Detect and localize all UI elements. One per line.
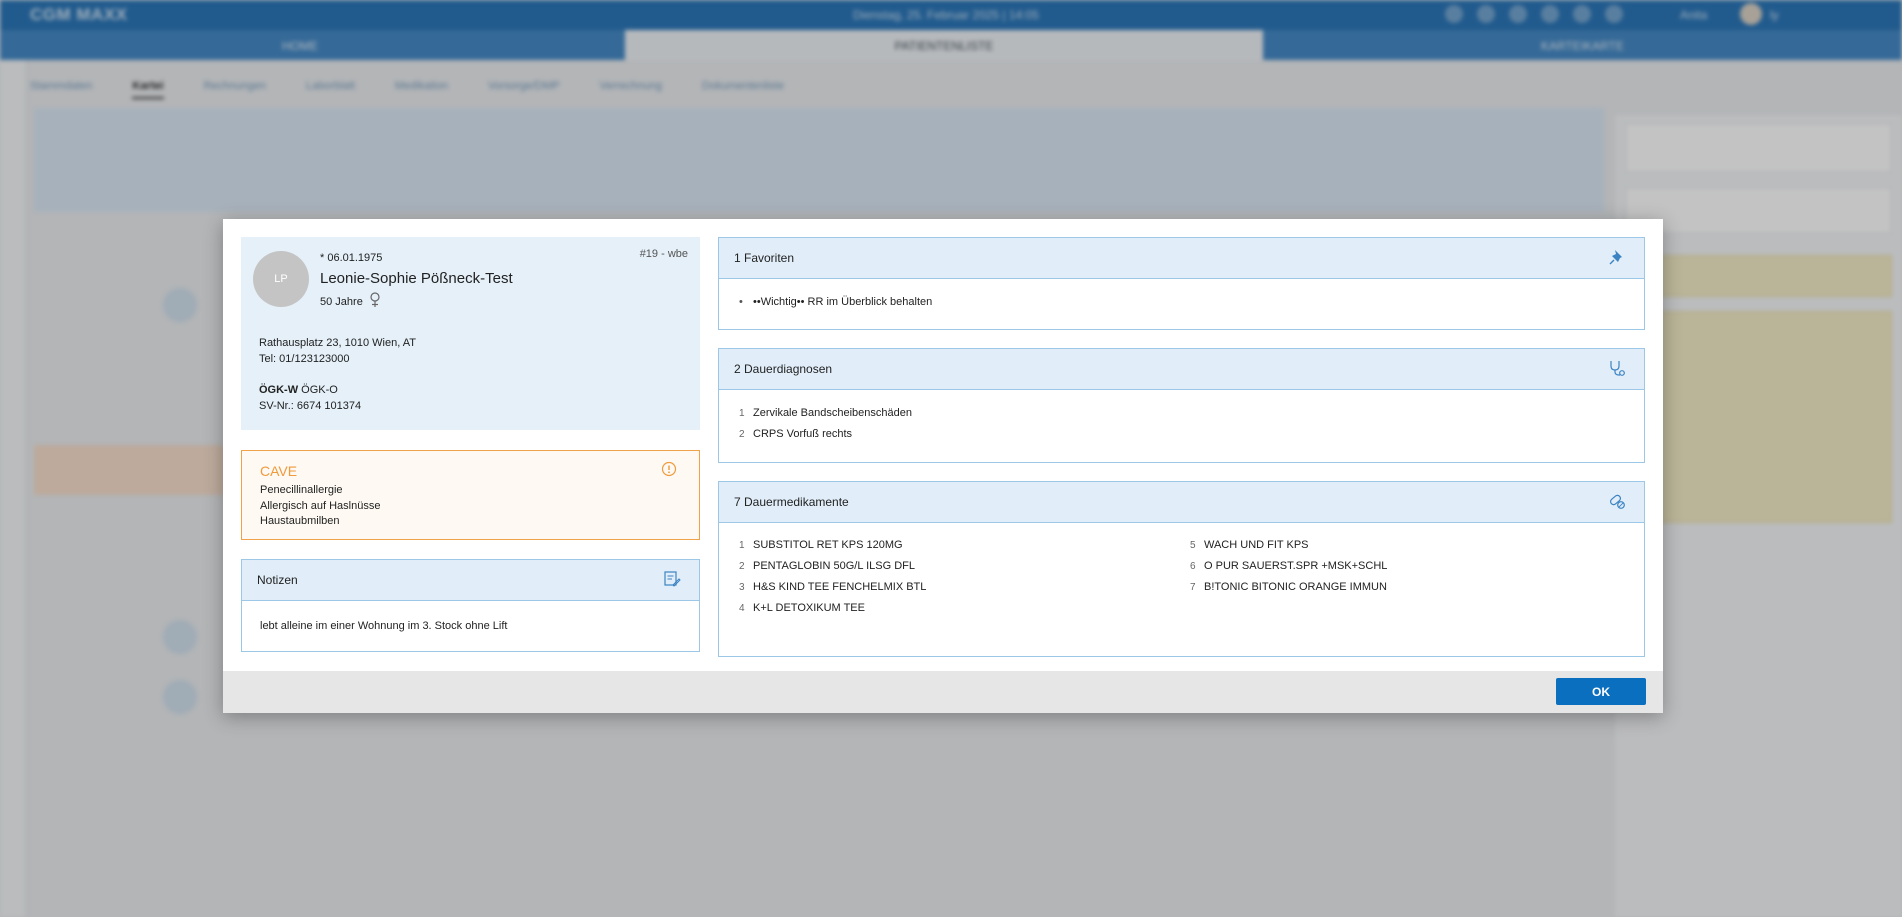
notes-box: Notizen lebt alleine im einer Wohnung im… [241, 559, 700, 652]
patient-record-id: #19 - wbe [639, 248, 688, 260]
favorite-item: • ••Wichtig•• RR im Überblick behalten [739, 296, 933, 308]
patient-avatar: LP [253, 251, 309, 307]
medication-item: 3 H&S KIND TEE FENCHELMIX BTL [739, 581, 927, 593]
notes-text: lebt alleine im einer Wohnung im 3. Stoc… [260, 620, 508, 632]
insurance-name: ÖGK-O [301, 384, 338, 396]
favorites-box: 1 Favoriten • ••Wichtig•• RR im Überblick… [718, 237, 1645, 330]
cave-item: Haustaubmilben [260, 515, 340, 527]
patient-card: LP * 06.01.1975 #19 - wbe Leonie-Sophie … [241, 237, 700, 430]
stethoscope-icon[interactable] [1608, 359, 1626, 382]
favorites-title: 1 Favoriten [734, 251, 795, 265]
diagnoses-box: 2 Dauerdiagnosen 1 Zervikale Bandscheiben… [718, 348, 1645, 463]
medications-box: 7 Dauermedikamente 1 SUBSTITOL RET KPS 12… [718, 481, 1645, 657]
patient-contact: Rathausplatz 23, 1010 Wien, AT Tel: 01/1… [259, 335, 416, 367]
cave-card: CAVE Penecillinallergie Allergisch auf H… [241, 450, 700, 540]
patient-age: 50 Jahre [320, 295, 363, 308]
patient-summary-dialog: LP * 06.01.1975 #19 - wbe Leonie-Sophie … [223, 219, 1663, 713]
patient-phone: Tel: 01/123123000 [259, 353, 350, 365]
medication-item: 6O PUR SAUERST.SPR +MSK+SCHL [1190, 560, 1388, 572]
pin-icon[interactable] [1608, 248, 1626, 271]
patient-insurance: ÖGK-W ÖGK-O SV-Nr.: 6674 101374 [259, 382, 361, 414]
medications-header: 7 Dauermedikamente [719, 482, 1644, 523]
medication-item: 4 K+L DETOXIKUM TEE [739, 602, 865, 614]
pill-icon[interactable] [1608, 492, 1626, 515]
cave-item: Penecillinallergie [260, 484, 343, 496]
medication-item: 2 PENTAGLOBIN 50G/L ILSG DFL [739, 560, 915, 572]
cave-title: CAVE [260, 463, 298, 479]
cave-item: Allergisch auf Haslnüsse [260, 499, 381, 512]
patient-dob: * 06.01.1975 [320, 252, 383, 264]
insurance-code: ÖGK-W [259, 384, 299, 396]
cave-list: Penecillinallergie Allergisch auf Haslnü… [260, 483, 380, 530]
patient-name: Leonie-Sophie Pößneck-Test [320, 270, 513, 287]
diagnoses-title: 2 Dauerdiagnosen [734, 362, 833, 376]
dialog-footer [223, 671, 1663, 713]
notes-header: Notizen [242, 560, 699, 601]
diagnosis-item: 1 Zervikale Bandscheibenschäden [739, 407, 912, 419]
medication-item: 7 B!TONIC BITONIC ORANGE IMMUN [1190, 581, 1387, 593]
medication-item: 1 SUBSTITOL RET KPS 120MG [739, 539, 903, 551]
sv-number: SV-Nr.: 6674 101374 [259, 400, 362, 412]
ok-button[interactable]: OK [1556, 678, 1646, 705]
female-icon [369, 292, 381, 311]
patient-address: Rathausplatz 23, 1010 Wien, AT [259, 337, 416, 349]
notes-title: Notizen [257, 573, 298, 587]
edit-note-icon[interactable] [663, 570, 681, 593]
medications-title: 7 Dauermedikamente [734, 495, 849, 509]
patient-age-row: 50 Jahre [320, 292, 381, 311]
diagnosis-item: 2 CRPS Vorfuß rechts [739, 428, 853, 440]
warning-icon [661, 461, 677, 482]
medication-item: 5 WACH UND FIT KPS [1190, 539, 1309, 551]
favorites-header: 1 Favoriten [719, 238, 1644, 279]
diagnoses-header: 2 Dauerdiagnosen [719, 349, 1644, 390]
